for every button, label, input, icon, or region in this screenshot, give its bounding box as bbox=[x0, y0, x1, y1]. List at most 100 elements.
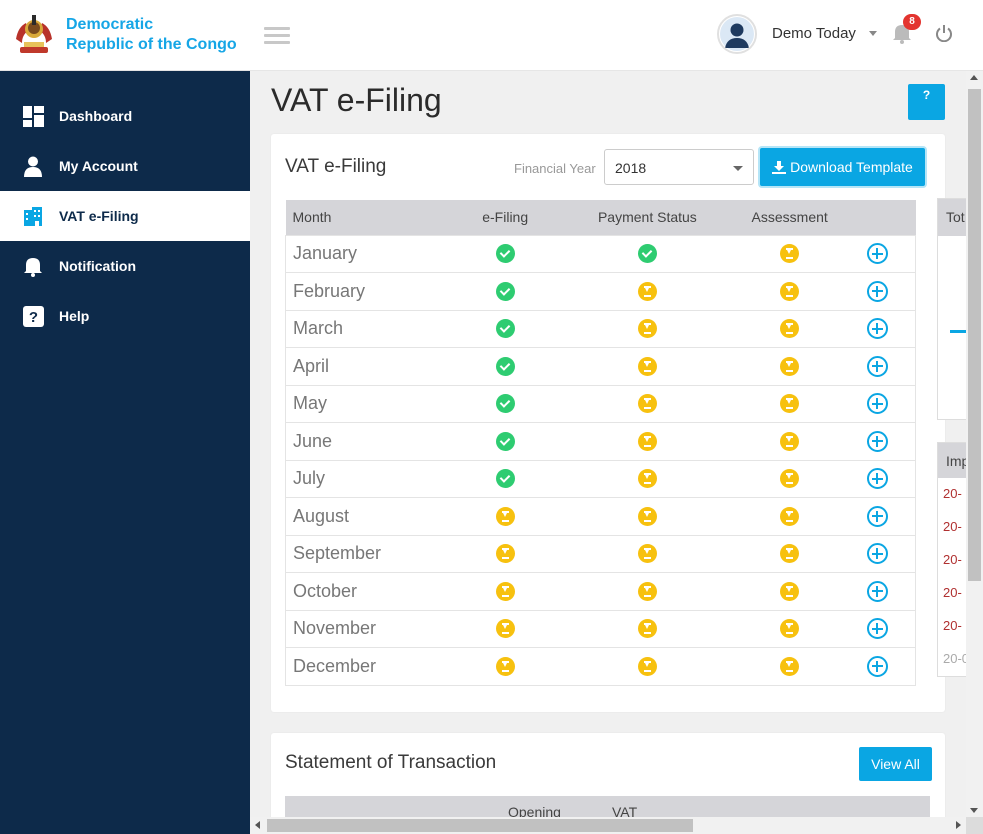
sidebar-item-notification[interactable]: Notification bbox=[0, 241, 250, 291]
month-cell: May bbox=[285, 384, 456, 423]
power-icon[interactable] bbox=[935, 24, 953, 47]
add-circle-icon[interactable] bbox=[866, 543, 888, 565]
column-header: e-Filing bbox=[455, 200, 556, 235]
chart-bar bbox=[950, 330, 966, 333]
hourglass-icon bbox=[637, 581, 657, 601]
hourglass-icon bbox=[780, 356, 800, 376]
add-circle-icon[interactable] bbox=[866, 280, 888, 302]
table-row: February bbox=[285, 272, 916, 311]
scroll-thumb[interactable] bbox=[267, 819, 693, 832]
add-circle-icon[interactable] bbox=[866, 318, 888, 340]
help-button[interactable]: ? bbox=[908, 84, 945, 120]
assessment-cell bbox=[739, 459, 840, 498]
sidebar-item-label: VAT e-Filing bbox=[59, 208, 139, 224]
scroll-thumb[interactable] bbox=[968, 89, 981, 581]
hourglass-icon bbox=[495, 506, 515, 526]
card-title: Statement of Transaction bbox=[285, 752, 497, 773]
add-circle-icon[interactable] bbox=[866, 430, 888, 452]
add-circle-icon[interactable] bbox=[866, 243, 888, 265]
add-circle-icon[interactable] bbox=[866, 468, 888, 490]
brand[interactable]: Democratic Republic of the Congo bbox=[0, 0, 250, 71]
hourglass-icon bbox=[780, 581, 800, 601]
efiling-cell bbox=[455, 647, 556, 686]
panel-header: Tot bbox=[938, 199, 967, 236]
check-circle-icon bbox=[495, 244, 515, 264]
add-circle-icon[interactable] bbox=[866, 618, 888, 640]
payment-status-cell bbox=[555, 459, 740, 498]
chevron-down-icon[interactable] bbox=[869, 31, 877, 36]
dashboard-icon bbox=[22, 105, 44, 127]
check-circle-icon bbox=[495, 469, 515, 489]
financial-year-select[interactable]: 2018 bbox=[604, 149, 754, 185]
action-cell bbox=[839, 459, 916, 498]
assessment-cell bbox=[739, 497, 840, 536]
hourglass-icon bbox=[495, 581, 515, 601]
month-cell: November bbox=[285, 609, 456, 648]
download-template-button[interactable]: Download Template bbox=[760, 148, 925, 186]
hourglass-icon bbox=[637, 656, 657, 676]
sidebar-item-my-account[interactable]: My Account bbox=[0, 141, 250, 191]
assessment-cell bbox=[739, 309, 840, 348]
view-all-button[interactable]: View All bbox=[859, 747, 932, 781]
user-menu[interactable]: Demo Today bbox=[772, 25, 856, 42]
sidebar-item-vat-efiling[interactable]: VAT e-Filing bbox=[0, 191, 250, 241]
building-icon bbox=[22, 205, 44, 227]
table-row: October bbox=[285, 572, 916, 611]
vat-efiling-card: VAT e-Filing Financial Year 2018 Downloa… bbox=[271, 134, 945, 712]
financial-year-value: 2018 bbox=[615, 160, 647, 176]
assessment-cell bbox=[739, 572, 840, 611]
assessment-cell bbox=[739, 272, 840, 311]
add-circle-icon[interactable] bbox=[866, 355, 888, 377]
list-item: 20- bbox=[943, 552, 962, 567]
hourglass-icon bbox=[637, 619, 657, 639]
efiling-cell bbox=[455, 272, 556, 311]
column-header: Assessment bbox=[739, 200, 840, 235]
action-cell bbox=[839, 647, 916, 686]
month-cell: February bbox=[285, 272, 456, 311]
table-row: January bbox=[285, 234, 916, 273]
payment-status-cell bbox=[555, 347, 740, 386]
efiling-cell bbox=[455, 534, 556, 573]
user-icon bbox=[22, 155, 44, 177]
efiling-cell bbox=[455, 609, 556, 648]
efiling-cell bbox=[455, 234, 556, 273]
month-cell: January bbox=[285, 234, 456, 273]
assessment-cell bbox=[739, 534, 840, 573]
scroll-down-icon[interactable] bbox=[970, 808, 978, 813]
action-cell bbox=[839, 534, 916, 573]
add-circle-icon[interactable] bbox=[866, 580, 888, 602]
horizontal-scrollbar[interactable] bbox=[250, 817, 966, 834]
efiling-cell bbox=[455, 422, 556, 461]
scroll-left-icon[interactable] bbox=[255, 821, 260, 829]
list-item: 20- bbox=[943, 486, 962, 501]
scroll-up-icon[interactable] bbox=[970, 75, 978, 80]
column-header: Payment Status bbox=[555, 200, 740, 235]
month-cell: June bbox=[285, 422, 456, 461]
hourglass-icon bbox=[780, 469, 800, 489]
download-template-label: Download Template bbox=[790, 159, 913, 175]
hourglass-icon bbox=[780, 619, 800, 639]
efiling-cell bbox=[455, 384, 556, 423]
add-circle-icon[interactable] bbox=[866, 655, 888, 677]
sidebar-item-dashboard[interactable]: Dashboard bbox=[0, 91, 250, 141]
month-cell: December bbox=[285, 647, 456, 686]
scroll-right-icon[interactable] bbox=[956, 821, 961, 829]
filing-rows: January February March April May June July Augu… bbox=[285, 234, 916, 686]
check-circle-icon bbox=[637, 244, 657, 264]
add-circle-icon[interactable] bbox=[866, 393, 888, 415]
sidebar: Democratic Republic of the Congo Dashboa… bbox=[0, 0, 250, 834]
table-row: September bbox=[285, 534, 916, 573]
bell-icon bbox=[22, 255, 44, 277]
assessment-cell bbox=[739, 347, 840, 386]
add-circle-icon[interactable] bbox=[866, 505, 888, 527]
action-cell bbox=[839, 234, 916, 273]
action-cell bbox=[839, 572, 916, 611]
sidebar-item-help[interactable]: ? Help bbox=[0, 291, 250, 341]
list-item: 20- bbox=[943, 519, 962, 534]
panel-header: Imp bbox=[938, 443, 967, 478]
vertical-scrollbar[interactable] bbox=[966, 71, 983, 817]
avatar[interactable] bbox=[717, 14, 757, 54]
assessment-cell bbox=[739, 234, 840, 273]
menu-toggle-icon[interactable] bbox=[264, 27, 290, 45]
action-cell bbox=[839, 384, 916, 423]
